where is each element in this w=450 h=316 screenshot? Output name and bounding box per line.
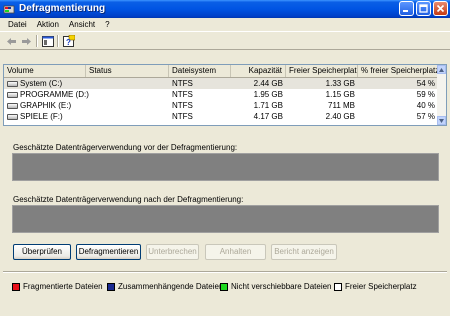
legend-label: Fragmentierte Dateien: [23, 282, 103, 291]
volume-name: PROGRAMME (D:): [20, 90, 89, 99]
volume-free-space: 711 MB: [328, 101, 355, 110]
minimize-icon: [403, 10, 408, 12]
volume-capacity: 2.44 GB: [253, 79, 283, 88]
pause-button[interactable]: Unterbrechen: [146, 244, 199, 260]
console-tree-icon: [42, 35, 54, 47]
volume-list-header: Volume Status Dateisystem Kapazität Frei…: [4, 65, 438, 78]
volume-free-space: 1.15 GB: [325, 90, 355, 99]
back-arrow-icon: [6, 37, 16, 45]
volume-name: System (C:): [20, 79, 63, 88]
volume-free-space: 2.40 GB: [325, 112, 355, 121]
before-defrag-display: [12, 153, 439, 181]
volume-status: [86, 100, 92, 111]
column-header-status[interactable]: Status: [86, 65, 169, 77]
menu-bar: Datei Aktion Ansicht ?: [0, 18, 450, 31]
volume-percent-free: 59 %: [416, 90, 435, 99]
forward-button[interactable]: [20, 35, 32, 47]
stop-button[interactable]: Anhalten: [205, 244, 266, 260]
legend-label: Zusammenhängende Dateien: [118, 282, 224, 291]
column-header-filesystem[interactable]: Dateisystem: [169, 65, 231, 77]
after-defrag-label: Geschätzte Datenträgerverwendung nach de…: [13, 195, 244, 204]
window-title: Defragmentierung: [19, 3, 106, 14]
toolbar-separator: [36, 35, 38, 47]
fragmented-swatch: [12, 282, 20, 291]
column-header-volume[interactable]: Volume: [4, 65, 86, 77]
maximize-icon: [419, 4, 428, 13]
help-button[interactable]: ?: [63, 35, 75, 47]
table-row[interactable]: PROGRAMME (D:) NTFS 1.95 GB 1.15 GB 59 %: [4, 89, 438, 100]
analyze-button[interactable]: Überprüfen: [13, 244, 71, 260]
volume-status: [86, 89, 92, 100]
view-report-button[interactable]: Bericht anzeigen: [271, 244, 337, 260]
legend-item-free-space: Freier Speicherplatz: [334, 282, 417, 291]
unmovable-swatch: [220, 282, 228, 291]
toolbar-separator: [57, 35, 59, 47]
volume-percent-free: 54 %: [416, 79, 435, 88]
volume-filesystem: NTFS: [172, 112, 193, 121]
menu-file[interactable]: Datei: [3, 20, 32, 29]
legend-separator: [3, 271, 447, 273]
table-row[interactable]: GRAPHIK (E:) NTFS 1.71 GB 711 MB 40 %: [4, 100, 438, 111]
free-space-swatch: [334, 282, 342, 291]
menu-view[interactable]: Ansicht: [64, 20, 100, 29]
column-header-free-space[interactable]: Freier Speicherplatz: [286, 65, 358, 77]
forward-arrow-icon: [21, 37, 31, 45]
svg-text:?: ?: [66, 38, 71, 47]
volume-status: [86, 78, 92, 89]
volume-name: SPIELE (F:): [20, 112, 63, 121]
back-button[interactable]: [5, 35, 17, 47]
volume-status: [86, 111, 92, 122]
arrow-down-icon: [439, 118, 444, 123]
contiguous-swatch: [107, 282, 115, 291]
legend-item-unmovable: Nicht verschiebbare Dateien: [220, 282, 332, 291]
title-bar[interactable]: Defragmentierung: [0, 0, 450, 18]
legend-label: Nicht verschiebbare Dateien: [231, 282, 332, 291]
volume-capacity: 1.71 GB: [253, 101, 283, 110]
volume-filesystem: NTFS: [172, 101, 193, 110]
vertical-scrollbar[interactable]: [437, 65, 446, 125]
volume-percent-free: 57 %: [416, 112, 435, 121]
after-defrag-display: [12, 205, 439, 233]
arrow-up-icon: [439, 67, 444, 72]
close-icon: [436, 4, 445, 13]
volume-free-space: 1.33 GB: [325, 79, 355, 88]
volume-name: GRAPHIK (E:): [20, 101, 72, 110]
drive-icon: [7, 92, 18, 98]
volume-capacity: 1.95 GB: [253, 90, 283, 99]
drive-icon: [7, 81, 18, 87]
scroll-up-button[interactable]: [437, 65, 446, 74]
defrag-app-icon: [3, 5, 15, 14]
defragment-button[interactable]: Defragmentieren: [76, 244, 141, 260]
column-header-percent-free[interactable]: % freier Speicherplatz: [358, 65, 438, 77]
close-button[interactable]: [433, 1, 448, 16]
legend-item-contiguous: Zusammenhängende Dateien: [107, 282, 223, 291]
menu-action[interactable]: Aktion: [32, 20, 64, 29]
volume-filesystem: NTFS: [172, 79, 193, 88]
legend-label: Freier Speicherplatz: [345, 282, 417, 291]
legend-item-fragmented: Fragmentierte Dateien: [12, 282, 103, 291]
maximize-button[interactable]: [416, 1, 431, 16]
table-row[interactable]: SPIELE (F:) NTFS 4.17 GB 2.40 GB 57 %: [4, 111, 438, 122]
volume-filesystem: NTFS: [172, 90, 193, 99]
menu-help[interactable]: ?: [100, 20, 114, 29]
console-tree-button[interactable]: [42, 35, 54, 47]
toolbar: ?: [0, 31, 450, 50]
column-header-capacity[interactable]: Kapazität: [231, 65, 286, 77]
help-icon: ?: [63, 35, 75, 47]
volume-percent-free: 40 %: [416, 101, 435, 110]
before-defrag-label: Geschätzte Datenträgerverwendung vor der…: [13, 143, 238, 152]
volume-list[interactable]: Volume Status Dateisystem Kapazität Frei…: [3, 64, 447, 126]
volume-capacity: 4.17 GB: [253, 112, 283, 121]
drive-icon: [7, 114, 18, 120]
table-row[interactable]: System (C:) NTFS 2.44 GB 1.33 GB 54 %: [4, 78, 438, 89]
drive-icon: [7, 103, 18, 109]
scroll-down-button[interactable]: [437, 116, 446, 125]
minimize-button[interactable]: [399, 1, 414, 16]
